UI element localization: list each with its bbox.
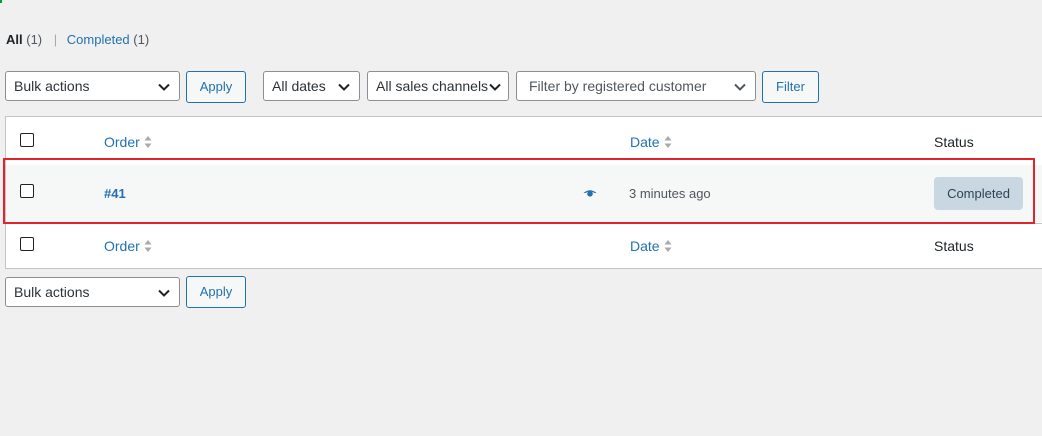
table-footer-row: Order Date Status xyxy=(6,223,1042,270)
orders-table: Order Date Status #41 3 minutes ago Comp… xyxy=(5,116,1042,269)
date-column-label: Date xyxy=(630,238,660,254)
view-completed-count: (1) xyxy=(133,32,150,47)
view-all-link[interactable]: All xyxy=(6,32,23,47)
view-separator: | xyxy=(53,32,58,47)
bulk-actions-value: Bulk actions xyxy=(14,78,90,94)
customer-filter-placeholder: Filter by registered customer xyxy=(529,78,707,94)
chevron-down-icon xyxy=(158,289,170,297)
order-status-views: All (1) | Completed (1) xyxy=(6,32,149,48)
select-all-checkbox-footer[interactable] xyxy=(20,237,34,251)
sales-channel-select[interactable]: All sales channels xyxy=(367,71,509,101)
view-completed-link[interactable]: Completed xyxy=(67,32,130,47)
order-column-sort-footer[interactable]: Order xyxy=(104,238,152,254)
chevron-down-icon xyxy=(734,83,746,91)
status-column-label: Status xyxy=(934,134,974,150)
date-filter-value: All dates xyxy=(272,78,326,94)
date-column-label: Date xyxy=(630,134,660,150)
chevron-down-icon xyxy=(338,83,350,91)
order-column-label: Order xyxy=(104,134,140,150)
sort-arrows-icon xyxy=(664,240,672,253)
order-column-sort[interactable]: Order xyxy=(104,134,152,150)
order-column-label: Order xyxy=(104,238,140,254)
customer-filter-select[interactable]: Filter by registered customer xyxy=(516,71,756,101)
apply-button-top[interactable]: Apply xyxy=(186,71,246,103)
order-date: 3 minutes ago xyxy=(629,186,711,201)
chevron-down-icon xyxy=(158,83,170,91)
table-header-row: Order Date Status xyxy=(6,117,1042,166)
bulk-actions-select-top[interactable]: Bulk actions xyxy=(5,71,180,101)
eye-icon[interactable] xyxy=(583,189,597,197)
apply-button-bottom[interactable]: Apply xyxy=(186,276,246,308)
date-column-sort-footer[interactable]: Date xyxy=(630,238,672,254)
bulk-actions-value: Bulk actions xyxy=(14,284,90,300)
order-number-link[interactable]: #41 xyxy=(104,186,126,201)
row-checkbox[interactable] xyxy=(20,184,34,198)
top-accent-bar xyxy=(0,0,2,3)
sort-arrows-icon xyxy=(144,136,152,149)
status-column-label-footer: Status xyxy=(934,238,974,254)
sort-arrows-icon xyxy=(664,136,672,149)
date-column-sort[interactable]: Date xyxy=(630,134,672,150)
sales-channel-value: All sales channels xyxy=(376,78,489,94)
filter-button[interactable]: Filter xyxy=(762,71,819,103)
view-all-count: (1) xyxy=(26,32,43,47)
status-badge: Completed xyxy=(934,177,1023,210)
table-row[interactable]: #41 3 minutes ago Completed xyxy=(6,165,1042,222)
sort-arrows-icon xyxy=(144,240,152,253)
date-filter-select[interactable]: All dates xyxy=(263,71,360,101)
chevron-down-icon xyxy=(489,83,501,91)
select-all-checkbox[interactable] xyxy=(20,133,34,147)
bulk-actions-select-bottom[interactable]: Bulk actions xyxy=(5,277,180,307)
